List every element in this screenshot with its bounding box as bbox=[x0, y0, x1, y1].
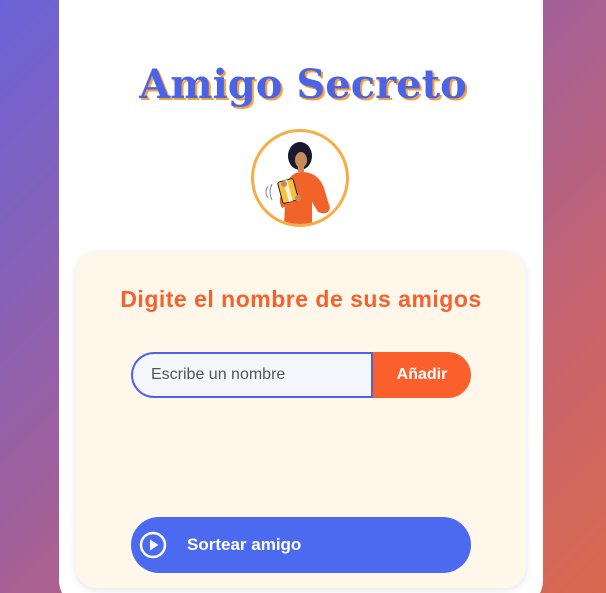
name-entry-row: Añadir bbox=[131, 352, 471, 398]
avatar bbox=[251, 129, 349, 227]
instructions-heading: Digite el nombre de sus amigos bbox=[120, 286, 482, 312]
draw-button-label: Sortear amigo bbox=[187, 535, 302, 554]
name-input[interactable] bbox=[131, 352, 372, 398]
add-button[interactable]: Añadir bbox=[371, 352, 471, 398]
play-circle-icon bbox=[139, 531, 167, 559]
page-title: Amigo Secreto bbox=[139, 61, 467, 108]
draw-friend-button[interactable]: Sortear amigo bbox=[131, 517, 471, 573]
person-with-gift-icon bbox=[265, 142, 330, 224]
